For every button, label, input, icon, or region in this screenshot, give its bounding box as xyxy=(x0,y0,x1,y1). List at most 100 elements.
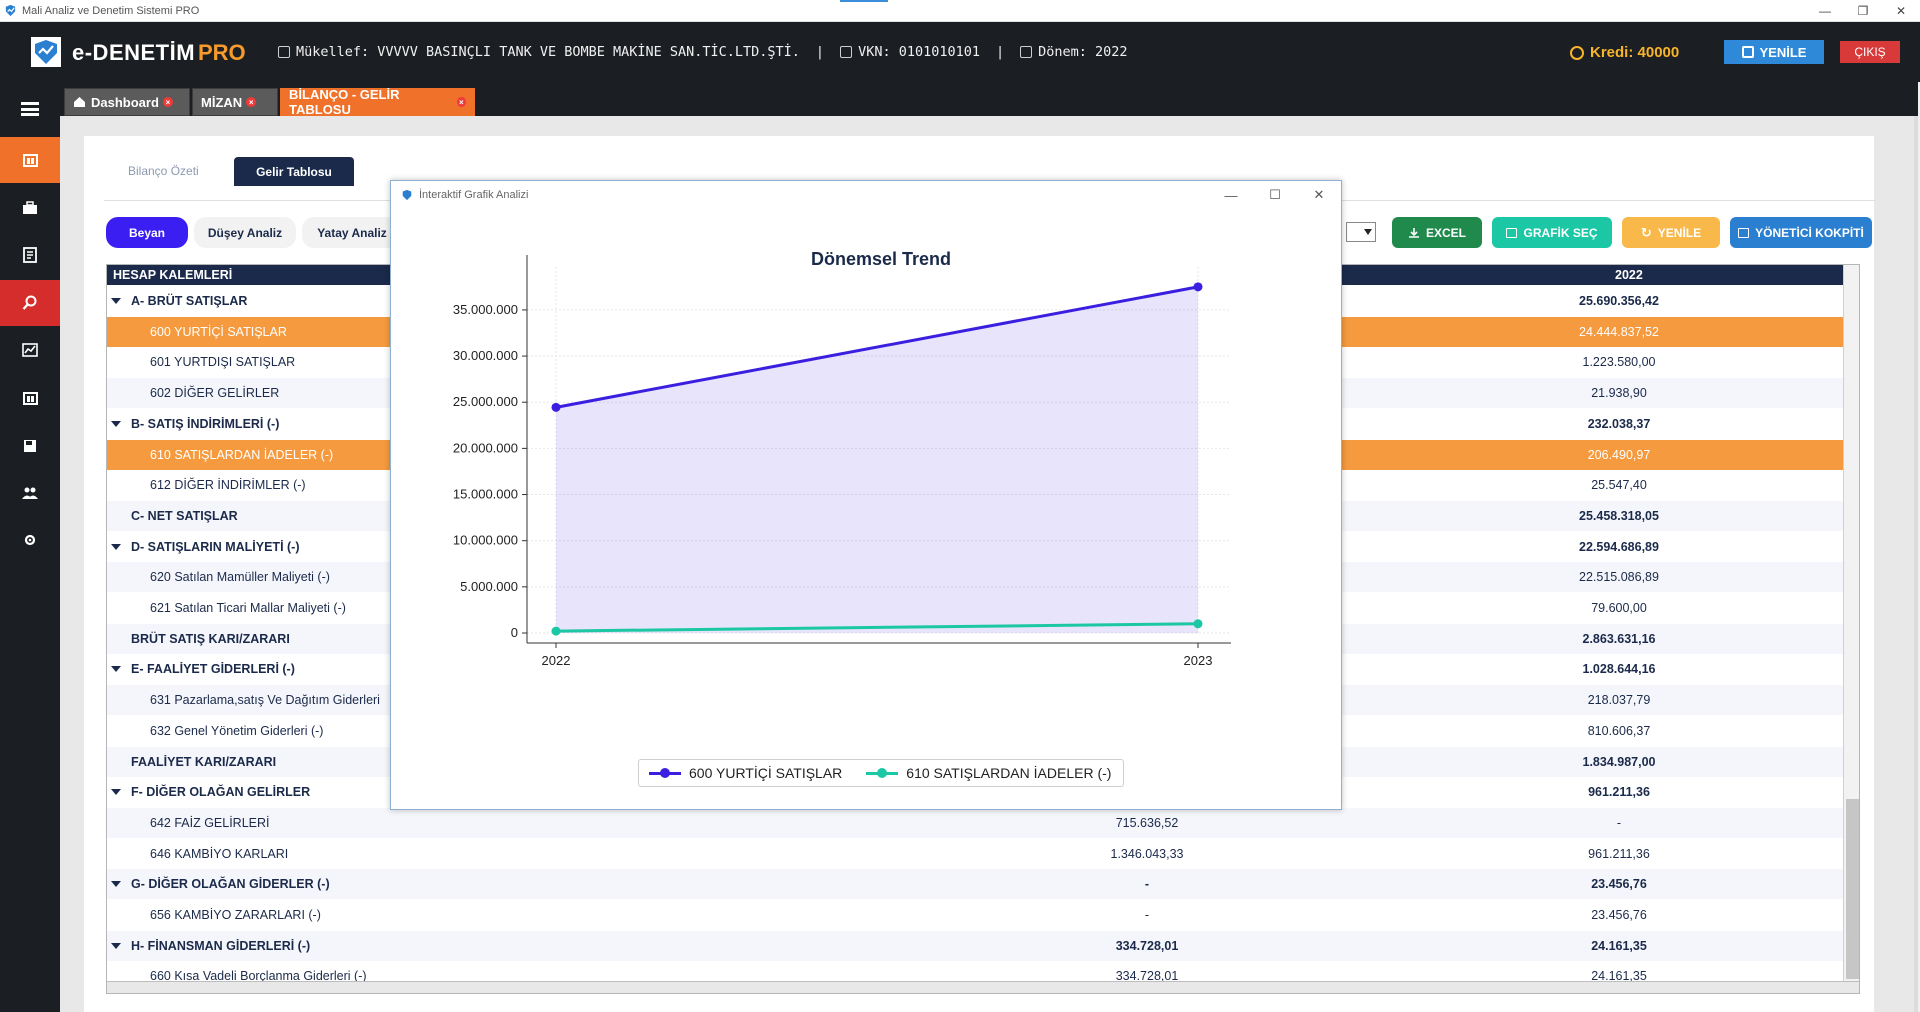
yenile-label: YENİLE xyxy=(1657,225,1702,240)
view-beyan-button[interactable]: Beyan xyxy=(106,217,188,248)
sidebar-item-users[interactable] xyxy=(0,470,60,516)
grafik-sec-button[interactable]: GRAFİK SEÇ xyxy=(1492,217,1612,248)
home-icon xyxy=(74,97,85,107)
table-row[interactable]: G- DİĞER OLAĞAN GİDERLER (-) - 23.456,76 xyxy=(107,869,1859,900)
sidebar-item-ledger-2[interactable] xyxy=(0,375,60,421)
tab-dashboard[interactable]: Dashboard × xyxy=(64,88,190,116)
value-2022: 961.211,36 xyxy=(1588,785,1650,800)
chart-legend: 600 YURTİÇİ SATIŞLAR 610 SATIŞLARDAN İAD… xyxy=(638,759,1124,787)
legend-item-600[interactable]: 600 YURTİÇİ SATIŞLAR xyxy=(649,765,842,781)
sidebar-item-save[interactable] xyxy=(0,423,60,469)
sidebar xyxy=(0,82,60,1012)
building-icon xyxy=(278,46,290,58)
sidebar-item-briefcase[interactable] xyxy=(0,185,60,231)
restore-window-button[interactable]: ❐ xyxy=(1844,0,1882,22)
dialog-titlebar: İnteraktif Grafik Analizi xyxy=(391,181,1341,209)
tab-bilanco-gelir[interactable]: BİLANÇO - GELİR TABLOSU × xyxy=(280,87,475,117)
expand-toggle-icon[interactable] xyxy=(111,543,121,550)
value-2022: 21.938,90 xyxy=(1591,386,1647,401)
minimize-window-button[interactable]: — xyxy=(1806,0,1844,22)
expand-toggle-icon[interactable] xyxy=(111,420,121,427)
sidebar-item-settings[interactable] xyxy=(0,517,60,563)
value-2022: 1.028.644,16 xyxy=(1582,662,1656,677)
table-row[interactable]: H- FİNANSMAN GİDERLERİ (-) 334.728,01 24.1… xyxy=(107,930,1859,961)
value-2022: 24.161,35 xyxy=(1591,938,1647,953)
close-tab-icon[interactable]: × xyxy=(456,97,466,107)
brand-logo-icon xyxy=(31,37,61,67)
value-prior: 334.728,01 xyxy=(1115,938,1179,953)
legend-label: 600 YURTİÇİ SATIŞLAR xyxy=(689,765,843,781)
close-tab-icon[interactable]: × xyxy=(246,97,257,107)
subtab-bilanco-ozeti[interactable]: Bilanço Özeti xyxy=(128,164,199,178)
refresh-session-button[interactable]: YENİLE xyxy=(1724,40,1824,64)
table-row[interactable]: 646 KAMBİYO KARLARI 1.346.043,33 961.211,3… xyxy=(107,839,1859,869)
account-label: 600 YURTİÇİ SATIŞLAR xyxy=(150,324,287,339)
view-yatay-button[interactable]: Yatay Analiz xyxy=(302,217,402,248)
trend-chart: Dönemsel Trend 0 5.000.000 10.000.000 15.00… xyxy=(453,249,1231,668)
y-tick-label: 5.000.000 xyxy=(460,579,518,594)
app-header: e-DENETİM PRO Mükellef: VVVVV BASINÇLI T… xyxy=(0,22,1920,82)
brand-name: e-DENETİM xyxy=(72,40,196,65)
dialog-close-button[interactable]: ✕ xyxy=(1309,186,1329,204)
credit-label: Kredi: 40000 xyxy=(1590,44,1680,61)
legend-item-610[interactable]: 610 SATIŞLARDAN İADELER (-) xyxy=(866,765,1111,781)
account-label: F- DİĞER OLAĞAN GELİRLER xyxy=(131,785,311,800)
account-label: 612 DİĞER İNDİRİMLER (-) xyxy=(150,478,306,493)
data-point xyxy=(551,402,561,412)
sidebar-item-document[interactable] xyxy=(0,232,60,278)
logout-button[interactable]: ÇIKIŞ xyxy=(1840,41,1900,63)
y-tick-label: 30.000.000 xyxy=(453,348,518,363)
account-label: FAALİYET KARI/ZARARI xyxy=(131,754,277,769)
account-label: 642 FAİZ GELİRLERİ xyxy=(150,815,270,830)
view-dusey-button[interactable]: Düşey Analiz xyxy=(194,217,296,248)
expand-toggle-icon[interactable] xyxy=(111,298,121,304)
tab-label: Dashboard xyxy=(91,94,159,110)
sidebar-item-ledger[interactable] xyxy=(0,137,60,183)
account-label: 632 Genel Yönetim Giderleri (-) xyxy=(150,723,324,738)
account-label: 620 Satılan Mamüller Maliyeti (-) xyxy=(150,570,330,585)
scrollbar-thumb[interactable] xyxy=(1846,799,1859,979)
value-2022: 810.606,37 xyxy=(1587,723,1651,738)
close-tab-icon[interactable]: × xyxy=(162,97,173,107)
tab-strip: Dashboard × MİZAN × BİLANÇO - GELİR TABL… xyxy=(60,82,1918,117)
value-2022: 25.547,40 xyxy=(1591,478,1647,493)
search-icon xyxy=(22,295,37,310)
legend-swatch xyxy=(649,767,681,778)
expand-toggle-icon[interactable] xyxy=(111,666,121,673)
refresh-icon: ↻ xyxy=(1640,224,1652,240)
horizontal-scrollbar[interactable] xyxy=(107,981,1859,993)
close-window-button[interactable]: ✕ xyxy=(1882,0,1920,22)
column-header-accounts: HESAP KALEMLERİ xyxy=(113,268,233,282)
account-label: 621 Satılan Ticari Mallar Maliyeti (-) xyxy=(150,601,346,615)
calendar-icon xyxy=(1020,46,1033,58)
sidebar-item-search[interactable] xyxy=(0,280,60,326)
subtab-gelir-tablosu[interactable]: Gelir Tablosu xyxy=(234,157,354,186)
dialog-maximize-button[interactable]: ☐ xyxy=(1265,186,1285,204)
coin-icon xyxy=(1570,45,1584,60)
refresh-table-button[interactable]: ↻ YENİLE xyxy=(1622,217,1720,248)
sidebar-item-chart[interactable] xyxy=(0,327,60,373)
period: Dönem: 2022 xyxy=(1038,44,1128,60)
expand-toggle-icon[interactable] xyxy=(111,942,121,949)
value-2022: 22.594.686,89 xyxy=(1579,539,1659,554)
legend-label: 610 SATIŞLARDAN İADELER (-) xyxy=(906,765,1112,781)
window-titlebar: Mali Analiz ve Denetim Sistemi PRO — ❐ ✕ xyxy=(0,0,1920,22)
account-label: C- NET SATIŞLAR xyxy=(131,508,238,523)
executive-cockpit-button[interactable]: YÖNETİCİ KOKPİTİ xyxy=(1730,217,1872,248)
account-label: BRÜT SATIŞ KARI/ZARARI xyxy=(131,631,290,646)
dialog-minimize-button[interactable]: — xyxy=(1221,186,1241,204)
tab-label: MİZAN xyxy=(201,94,243,110)
y-tick-label: 25.000.000 xyxy=(453,394,518,409)
value-2022: 2.863.631,16 xyxy=(1582,631,1656,646)
excel-button[interactable]: EXCEL xyxy=(1392,217,1482,248)
table-row[interactable]: 656 KAMBİYO ZARARLARI (-) - 23.456,76 xyxy=(107,900,1859,930)
table-row[interactable]: 642 FAİZ GELİRLERİ 715.636,52 - xyxy=(107,807,1859,838)
y-tick-label: 15.000.000 xyxy=(453,487,518,502)
vertical-scrollbar[interactable] xyxy=(1843,265,1859,981)
app-logo-icon xyxy=(402,189,412,201)
tab-mizan[interactable]: MİZAN × xyxy=(192,88,278,116)
sidebar-menu-toggle[interactable] xyxy=(0,86,60,132)
year-select[interactable] xyxy=(1346,222,1376,242)
expand-toggle-icon[interactable] xyxy=(111,789,121,796)
expand-toggle-icon[interactable] xyxy=(111,881,121,888)
